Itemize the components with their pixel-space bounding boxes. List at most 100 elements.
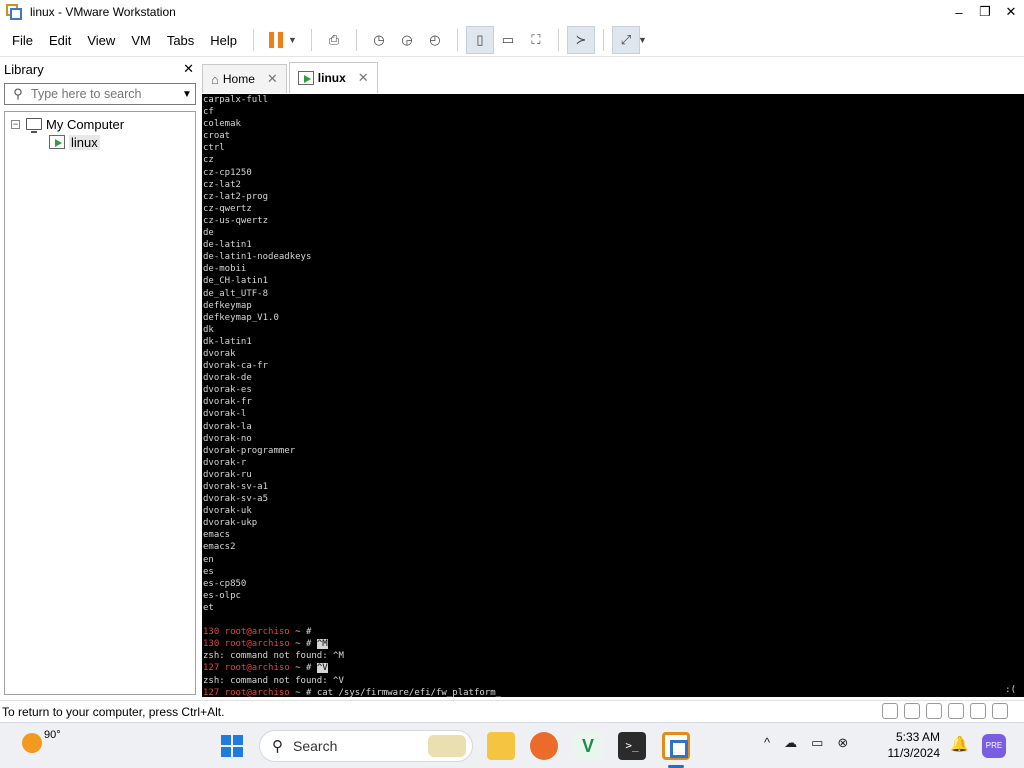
console-line: et <box>203 602 214 613</box>
console-line: dvorak-no <box>203 433 252 444</box>
menu-tabs[interactable]: Tabs <box>159 24 202 57</box>
console-line: de_alt_UTF-8 <box>203 288 269 299</box>
menu-file[interactable]: File <box>0 24 41 57</box>
restore-button[interactable]: ❐ <box>972 0 998 24</box>
tree-label-my-computer: My Computer <box>46 116 125 132</box>
console-line: ctrl <box>203 143 225 154</box>
message-log-icon[interactable] <box>992 703 1008 719</box>
onedrive-icon[interactable]: ☁ <box>784 735 797 751</box>
sound-card-icon[interactable] <box>970 703 986 719</box>
full-screen-button[interactable]: ⛶ <box>522 26 550 54</box>
display-icon[interactable]: ▭ <box>811 735 823 751</box>
cd-dvd-icon[interactable] <box>904 703 920 719</box>
device-status-icons <box>882 703 1008 719</box>
visual-studio-icon[interactable]: V <box>574 732 602 760</box>
send-ctrl-alt-del-button[interactable]: ⎙ <box>320 26 348 54</box>
tree-item-linux[interactable]: linux <box>49 133 100 151</box>
weather-widget[interactable]: 90° <box>22 729 61 753</box>
stretch-guest-button[interactable]: ⤢ <box>611 26 640 54</box>
menu-vm[interactable]: VM <box>123 24 159 57</box>
console-line: dvorak-de <box>203 373 252 384</box>
windows-logo-icon <box>221 735 231 745</box>
console-line: cz-cp1250 <box>203 167 252 178</box>
power-dropdown-arrow[interactable]: ▼ <box>288 35 297 45</box>
firefox-icon[interactable] <box>530 732 558 760</box>
file-explorer-icon[interactable] <box>487 732 515 760</box>
tab-home-close-button[interactable]: ✕ <box>267 71 278 87</box>
clock[interactable]: 5:33 AM 11/3/2024 <box>880 729 941 761</box>
tab-linux-label: linux <box>317 71 346 85</box>
network-icon[interactable]: ⊗ <box>837 735 848 751</box>
console-line: carpalx-full <box>203 95 269 105</box>
notification-bell-icon[interactable]: 🔔 <box>950 735 969 753</box>
terminal-icon[interactable]: >_ <box>618 732 646 760</box>
show-library-button[interactable]: ▯ <box>465 26 494 54</box>
show-hidden-icons-chevron-icon[interactable]: ^ <box>764 735 770 751</box>
console-line: cf <box>203 107 214 118</box>
prompt-user-host: root@archiso <box>224 639 290 650</box>
thumbnail-bar-icon: ▭ <box>501 32 515 47</box>
library-header: Library ✕ <box>0 57 200 81</box>
minimize-button[interactable]: – <box>946 0 972 24</box>
hard-disk-icon[interactable] <box>882 703 898 719</box>
windows-taskbar: 90° ⚲ Search V >_ ^ ☁ ▭ ⊗ 5:33 AM 11/3/2… <box>0 722 1024 768</box>
console-line: dvorak-la <box>203 421 252 432</box>
clock-time: 5:33 AM <box>895 730 940 744</box>
exit-code: 127 <box>203 687 225 697</box>
thumbnail-bar-button[interactable]: ▭ <box>494 26 522 54</box>
menu-edit[interactable]: Edit <box>41 24 79 57</box>
console-prompt-line: 127 root@archiso ~ # ^V <box>202 662 1024 674</box>
tab-linux-close-button[interactable]: ✕ <box>358 70 369 86</box>
stretch-dropdown-arrow[interactable]: ▼ <box>638 35 647 45</box>
console-view-button[interactable]: ≻ <box>566 26 595 54</box>
console-line: cz-lat2 <box>203 179 241 190</box>
tab-home[interactable]: ⌂ Home ✕ <box>202 64 287 93</box>
revert-snapshot-button[interactable]: ◶ <box>393 26 421 54</box>
start-button[interactable] <box>221 735 243 757</box>
console-line: en <box>203 554 214 565</box>
prompt-symbol: ~ # <box>289 663 317 674</box>
library-close-button[interactable]: ✕ <box>183 61 194 77</box>
menu-view[interactable]: View <box>79 24 123 57</box>
tree-item-my-computer[interactable]: − My Computer <box>11 115 124 133</box>
menu-help[interactable]: Help <box>202 24 245 57</box>
prompt-user-host: root@archiso <box>224 627 290 638</box>
take-snapshot-button[interactable]: ◷ <box>365 26 393 54</box>
console-line: dvorak <box>203 348 236 359</box>
vm-console[interactable]: carpalx-full cf colemak croat ctrl cz cz-cp125… <box>202 94 1024 697</box>
search-dropdown-arrow[interactable]: ▼ <box>179 89 195 100</box>
usb-controller-icon[interactable] <box>948 703 964 719</box>
console-line: es <box>203 566 214 577</box>
exit-code: 130 <box>203 639 225 650</box>
pause-button[interactable] <box>262 26 290 54</box>
console-line: croat <box>203 131 231 142</box>
vm-running-icon <box>297 71 314 85</box>
taskbar-search-label: Search <box>293 738 338 754</box>
status-bar: To return to your computer, press Ctrl+A… <box>0 700 1024 722</box>
console-prompt-line: zsh: command not found: ^M <box>203 651 344 662</box>
taskbar-search[interactable]: ⚲ Search <box>259 730 473 762</box>
search-icon: ⚲ <box>13 86 23 101</box>
toolbar-separator <box>456 29 458 51</box>
console-prompt-line: 130 root@archiso ~ # <box>202 626 1024 638</box>
library-panel: Library ✕ ⚲ ▼ − My Computer linux <box>0 57 200 700</box>
tab-linux[interactable]: linux ✕ <box>288 62 378 93</box>
prompt-user-host: root@archiso <box>224 687 290 697</box>
library-search-input[interactable] <box>31 87 179 101</box>
window-controls: – ❐ ✕ <box>946 0 1024 24</box>
console-line: dvorak-programmer <box>203 445 296 456</box>
network-adapter-icon[interactable] <box>926 703 942 719</box>
copilot-icon[interactable]: PRE <box>982 734 1006 758</box>
console-line: dvorak-uk <box>203 506 252 517</box>
console-line: emacs <box>203 530 231 541</box>
vmware-taskbar-icon[interactable] <box>662 732 690 760</box>
collapse-icon[interactable]: − <box>11 119 20 129</box>
console-line: colemak <box>203 119 241 130</box>
console-prompt-line: zsh: command not found: ^V <box>203 675 344 686</box>
full-screen-icon: ⛶ <box>531 32 541 47</box>
home-icon: ⌂ <box>211 71 219 87</box>
close-window-button[interactable]: ✕ <box>998 0 1024 24</box>
console-line: de_CH-latin1 <box>203 276 269 287</box>
stretch-guest-icon: ⤢ <box>620 32 632 47</box>
snapshot-manager-button[interactable]: ◴ <box>421 26 449 54</box>
